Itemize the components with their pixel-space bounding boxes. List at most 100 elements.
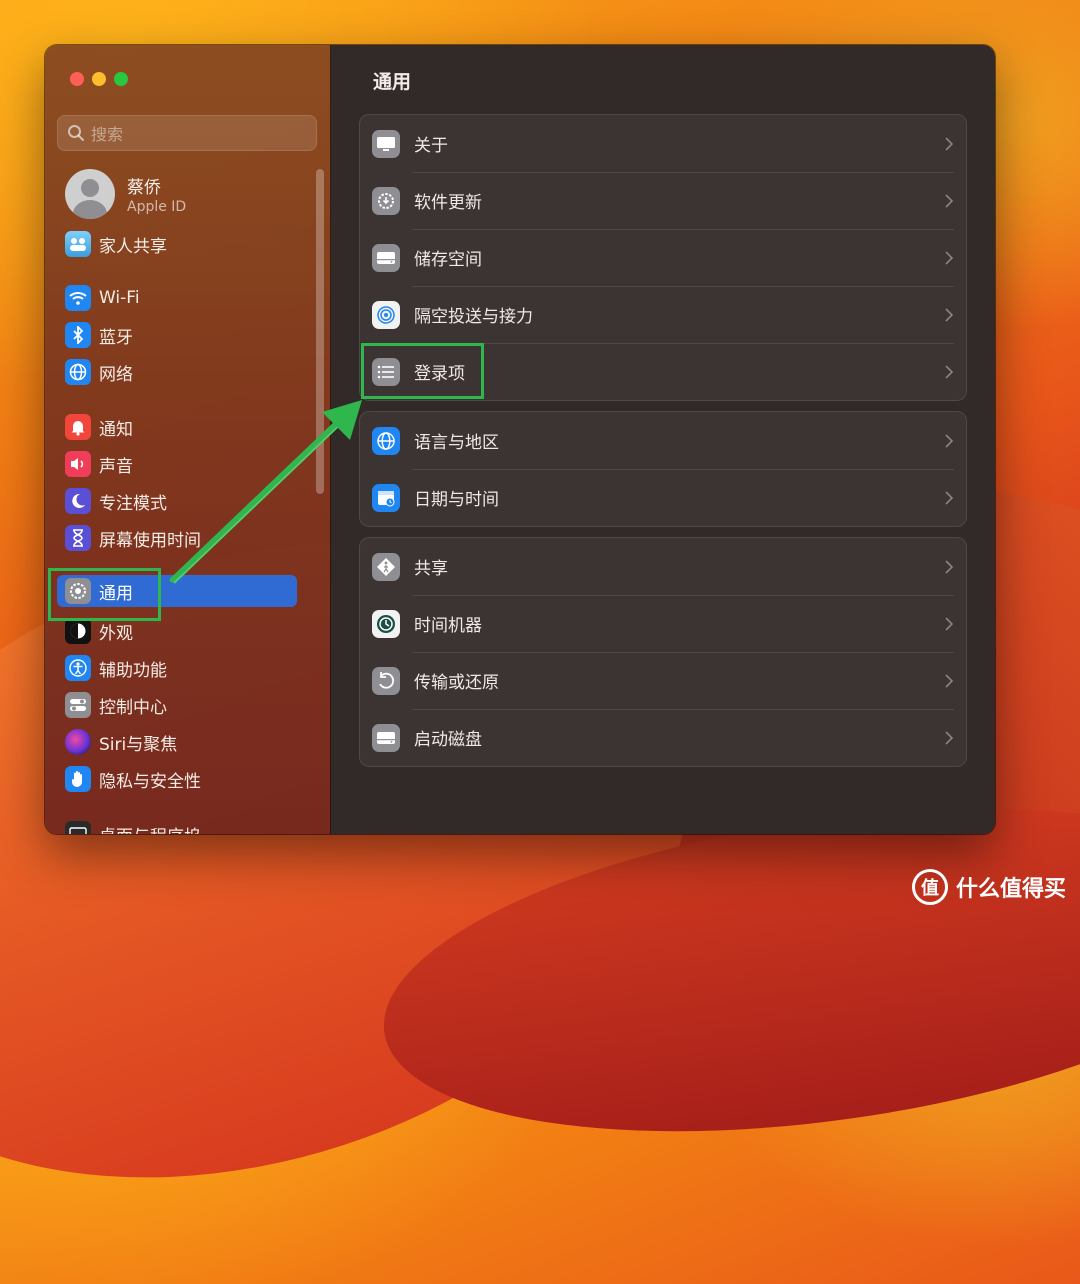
row-startup-disk[interactable]: 启动磁盘 bbox=[360, 709, 966, 766]
sidebar-item-notifications[interactable]: 通知 bbox=[65, 411, 133, 443]
sidebar-item-label: 屏幕使用时间 bbox=[99, 530, 201, 551]
sidebar-item-label: 专注模式 bbox=[99, 493, 167, 514]
row-label: 软件更新 bbox=[414, 193, 482, 213]
sidebar-item-desktop-dock[interactable]: 桌面与程序坞 bbox=[65, 818, 201, 834]
sidebar-item-siri[interactable]: Siri与聚焦 bbox=[65, 726, 177, 758]
sidebar-item-label: Siri与聚焦 bbox=[99, 734, 178, 755]
sidebar-item-focus[interactable]: 专注模式 bbox=[65, 485, 167, 517]
zoom-button[interactable] bbox=[114, 72, 128, 86]
settings-group: 语言与地区 日期与时间 bbox=[359, 411, 967, 527]
avatar bbox=[65, 169, 115, 219]
sidebar-item-label: 桌面与程序坞 bbox=[99, 822, 201, 835]
control-center-icon bbox=[65, 692, 91, 718]
chevron-right-icon bbox=[945, 490, 954, 505]
row-label: 关于 bbox=[414, 136, 448, 156]
row-about[interactable]: 关于 bbox=[360, 115, 966, 172]
apple-id-account[interactable]: 蔡侨 Apple ID bbox=[65, 169, 186, 219]
row-label: 隔空投送与接力 bbox=[414, 307, 533, 327]
network-icon bbox=[65, 359, 91, 385]
sidebar-item-label: 声音 bbox=[99, 456, 133, 477]
row-label: 启动磁盘 bbox=[414, 730, 482, 750]
chevron-right-icon bbox=[945, 250, 954, 265]
watermark-logo-icon: 值 bbox=[911, 869, 948, 905]
account-subtitle: Apple ID bbox=[127, 199, 187, 215]
minimize-button[interactable] bbox=[92, 72, 106, 86]
highlight-box-login-items bbox=[361, 343, 484, 399]
chevron-right-icon bbox=[945, 364, 954, 379]
sidebar-item-label: 辅助功能 bbox=[99, 660, 167, 681]
settings-pane: 通用 关于 软件更新 储存空间 隔空投送与接力 登录项 语言与地区 日期与时间 … bbox=[331, 45, 995, 834]
row-label: 共享 bbox=[414, 559, 448, 579]
row-label: 时间机器 bbox=[414, 616, 482, 636]
wifi-icon bbox=[65, 285, 91, 311]
sidebar-item-sound[interactable]: 声音 bbox=[65, 448, 133, 480]
highlight-box-general bbox=[48, 568, 161, 621]
globe-icon bbox=[372, 426, 400, 455]
page-title: 通用 bbox=[373, 71, 412, 93]
hand-icon bbox=[65, 766, 91, 792]
display-icon bbox=[372, 129, 400, 158]
sidebar-item-accessibility[interactable]: 辅助功能 bbox=[65, 652, 167, 684]
chevron-right-icon bbox=[945, 730, 954, 745]
row-label: 储存空间 bbox=[414, 250, 482, 270]
speaker-icon bbox=[65, 451, 91, 477]
row-label: 语言与地区 bbox=[414, 433, 499, 453]
time-machine-icon bbox=[372, 609, 400, 638]
search-placeholder: 搜索 bbox=[91, 125, 124, 144]
sidebar-item-label: 通知 bbox=[99, 419, 133, 440]
account-name: 蔡侨 bbox=[127, 178, 161, 198]
watermark-text: 什么值得买 bbox=[955, 877, 1066, 902]
settings-group: 共享 时间机器 传输或还原 启动磁盘 bbox=[359, 537, 967, 767]
siri-icon bbox=[65, 729, 91, 755]
desktop-icon bbox=[65, 821, 91, 834]
hourglass-icon bbox=[65, 525, 91, 551]
storage-icon bbox=[372, 243, 400, 272]
sidebar: 搜索 蔡侨 Apple ID 家人共享 Wi-Fi 蓝牙 网络 通知 声音 专注… bbox=[45, 45, 331, 834]
row-storage[interactable]: 储存空间 bbox=[360, 229, 966, 286]
sidebar-item-family[interactable]: 家人共享 bbox=[65, 228, 167, 260]
chevron-right-icon bbox=[945, 616, 954, 631]
row-sharing[interactable]: 共享 bbox=[360, 538, 966, 595]
sidebar-scrollbar[interactable] bbox=[316, 169, 324, 494]
sidebar-item-screen-time[interactable]: 屏幕使用时间 bbox=[65, 522, 201, 554]
sidebar-item-label: Wi-Fi bbox=[99, 288, 140, 308]
family-icon bbox=[65, 231, 91, 257]
row-transfer-reset[interactable]: 传输或还原 bbox=[360, 652, 966, 709]
moon-icon bbox=[65, 488, 91, 514]
chevron-right-icon bbox=[945, 307, 954, 322]
sidebar-item-privacy[interactable]: 隐私与安全性 bbox=[65, 763, 201, 795]
accessibility-icon bbox=[65, 655, 91, 681]
row-language-region[interactable]: 语言与地区 bbox=[360, 412, 966, 469]
sidebar-item-network[interactable]: 网络 bbox=[65, 356, 133, 388]
calendar-icon bbox=[372, 483, 400, 512]
software-update-icon bbox=[372, 186, 400, 215]
row-time-machine[interactable]: 时间机器 bbox=[360, 595, 966, 652]
search-icon bbox=[68, 125, 84, 141]
search-input[interactable]: 搜索 bbox=[57, 115, 317, 151]
airdrop-icon bbox=[372, 300, 400, 329]
window-controls bbox=[70, 72, 128, 86]
row-software-update[interactable]: 软件更新 bbox=[360, 172, 966, 229]
sharing-icon bbox=[372, 552, 400, 581]
row-label: 传输或还原 bbox=[414, 673, 499, 693]
close-button[interactable] bbox=[70, 72, 84, 86]
restore-icon bbox=[372, 666, 400, 695]
sidebar-item-label: 蓝牙 bbox=[99, 327, 133, 348]
chevron-right-icon bbox=[945, 136, 954, 151]
sidebar-item-bluetooth[interactable]: 蓝牙 bbox=[65, 319, 133, 351]
system-settings-window: 搜索 蔡侨 Apple ID 家人共享 Wi-Fi 蓝牙 网络 通知 声音 专注… bbox=[45, 45, 995, 834]
sidebar-item-label: 隐私与安全性 bbox=[99, 771, 201, 792]
bluetooth-icon bbox=[65, 322, 91, 348]
appearance-icon bbox=[65, 618, 91, 644]
row-airdrop-handoff[interactable]: 隔空投送与接力 bbox=[360, 286, 966, 343]
chevron-right-icon bbox=[945, 193, 954, 208]
sidebar-item-label: 家人共享 bbox=[99, 236, 167, 257]
row-label: 日期与时间 bbox=[414, 490, 499, 510]
sidebar-item-wifi[interactable]: Wi-Fi bbox=[65, 282, 140, 314]
bell-icon bbox=[65, 414, 91, 440]
sidebar-item-label: 网络 bbox=[99, 364, 133, 385]
row-date-time[interactable]: 日期与时间 bbox=[360, 469, 966, 526]
watermark: 值 什么值得买 bbox=[911, 869, 1066, 905]
sidebar-item-control-center[interactable]: 控制中心 bbox=[65, 689, 167, 721]
startup-disk-icon bbox=[372, 723, 400, 752]
